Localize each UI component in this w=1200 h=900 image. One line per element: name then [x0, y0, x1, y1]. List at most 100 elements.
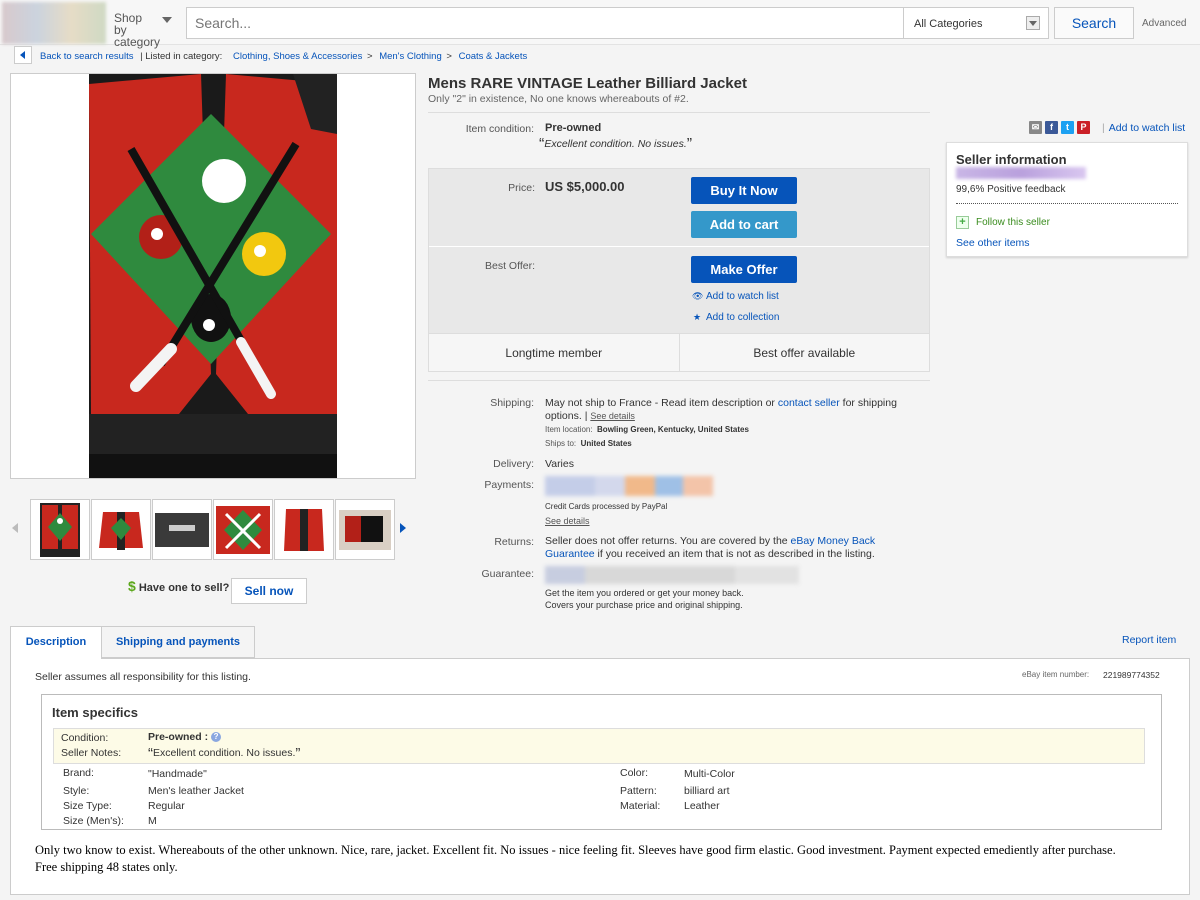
add-to-collection-link[interactable]: ★ Add to collection: [692, 312, 779, 323]
seller-name-link[interactable]: [956, 167, 1086, 179]
money-back-link[interactable]: eBay Money Back: [791, 535, 876, 547]
breadcrumb-link-clothing[interactable]: Clothing, Shoes & Accessories: [233, 51, 362, 62]
buy-box: Price: US $5,000.00 Buy It Now Add to ca…: [428, 168, 930, 372]
ebay-logo[interactable]: [2, 2, 106, 44]
shipping-text-1: May not ship to France - Read item descr…: [545, 397, 778, 409]
description-panel: Seller assumes all responsibility for th…: [10, 658, 1190, 895]
thumbs-next-arrow-icon[interactable]: [400, 523, 406, 533]
shop-by-category-button[interactable]: Shop by category: [114, 12, 172, 48]
chevron-right-icon: [400, 523, 406, 533]
sell-label: Have one to sell?: [138, 582, 230, 594]
guarantee-link[interactable]: Guarantee: [545, 548, 595, 560]
back-to-results-link[interactable]: Back to search results: [40, 51, 133, 62]
delivery-value: Varies: [545, 458, 574, 470]
plus-icon[interactable]: +: [956, 216, 969, 229]
thumbnail-5[interactable]: [274, 499, 334, 560]
follow-seller-link[interactable]: Follow this seller: [976, 217, 1050, 228]
report-item-link[interactable]: Report item: [1122, 634, 1176, 646]
make-offer-button[interactable]: Make Offer: [691, 256, 797, 283]
guarantee-logo-mark: [545, 566, 585, 584]
twitter-icon[interactable]: t: [1061, 121, 1074, 134]
advanced-search-link[interactable]: Advanced: [1142, 18, 1186, 29]
dollar-icon: $: [128, 578, 136, 594]
thumbnail-1[interactable]: [30, 499, 90, 560]
spec-size-type-value: Regular: [148, 800, 185, 812]
tab-description[interactable]: Description: [10, 626, 102, 659]
longtime-member-badge: Longtime member: [505, 346, 603, 360]
add-to-cart-button[interactable]: Add to cart: [691, 211, 797, 238]
returns-text: Seller does not offer returns. You are c…: [545, 535, 915, 560]
item-number-label: eBay item number:: [1022, 670, 1090, 679]
star-icon: ★: [692, 312, 702, 322]
condition-notes-text: Excellent condition. No issues.: [544, 138, 687, 150]
thumbnail-2[interactable]: [91, 499, 151, 560]
pinterest-icon[interactable]: P: [1077, 121, 1090, 134]
add-to-collection-label: Add to collection: [706, 312, 780, 323]
thumbnail-image: [97, 503, 145, 556]
breadcrumb: Back to search results | Listed in categ…: [40, 51, 527, 62]
thumbnail-image: [339, 509, 391, 550]
payments-label: Payments:: [484, 479, 534, 491]
payments-see-details: See details: [545, 515, 590, 528]
sell-prompt: $ Have one to sell? Sell now: [128, 578, 307, 604]
seller-info-title: Seller information: [956, 152, 1067, 167]
add-to-watch-list-link[interactable]: 👁 Add to watch list: [692, 291, 779, 302]
thumbnail-image: [216, 505, 270, 554]
item-condition-label: Item condition:: [465, 123, 534, 135]
divider: [956, 203, 1178, 204]
spec-size-label: Size (Men's):: [63, 815, 124, 827]
tab-shipping-payments[interactable]: Shipping and payments: [102, 626, 255, 658]
facebook-icon[interactable]: f: [1045, 121, 1058, 134]
seller-info-box: Seller information 99,6% Positive feedba…: [946, 142, 1188, 257]
search-input[interactable]: [187, 8, 903, 38]
divider: [428, 380, 930, 381]
back-arrow-icon[interactable]: [14, 46, 32, 64]
email-icon[interactable]: ✉: [1029, 121, 1042, 134]
thumbnail-6[interactable]: [335, 499, 395, 560]
contact-seller-link[interactable]: contact seller: [778, 397, 840, 409]
spec-size-value: M: [148, 815, 157, 827]
price-label: Price:: [508, 182, 535, 194]
best-offer-row: Best Offer: Make Offer 👁 Add to watch lis…: [429, 248, 929, 333]
add-to-watch-list-top-link[interactable]: | Add to watch list: [1102, 122, 1185, 134]
ships-to: Ships to: United States: [545, 438, 632, 451]
thumbnail-image: [40, 502, 80, 557]
chevron-down-icon: [162, 17, 172, 23]
buy-box-badges: Longtime member Best offer available: [429, 333, 929, 371]
breadcrumb-separator: >: [446, 51, 452, 62]
see-other-items-link[interactable]: See other items: [956, 237, 1030, 249]
discover-logo: [683, 476, 713, 496]
thumbs-prev-arrow-icon[interactable]: [12, 523, 18, 533]
spec-notes-value: “Excellent condition. No issues.”: [148, 745, 300, 762]
breadcrumb-separator: >: [366, 51, 373, 62]
item-specifics-title: Item specifics: [52, 705, 138, 720]
breadcrumb-link-mens-clothing[interactable]: Men's Clothing: [379, 51, 442, 62]
shipping-see-details-link[interactable]: See details: [590, 411, 635, 421]
spec-condition-text: Pre-owned :: [148, 731, 209, 743]
search-button[interactable]: Search: [1054, 7, 1134, 39]
spec-notes-text: Excellent condition. No issues.: [153, 747, 296, 759]
item-location: Item location: Bowling Green, Kentucky, …: [545, 424, 749, 437]
thumbnail-3[interactable]: [152, 499, 212, 560]
share-icons: ✉ f t P: [1029, 121, 1090, 134]
help-icon[interactable]: ?: [211, 732, 222, 742]
sell-now-button[interactable]: Sell now: [231, 578, 307, 604]
paypal-logo: [545, 476, 595, 496]
category-select[interactable]: All Categories: [904, 7, 1049, 39]
visa-logo: [595, 476, 625, 496]
spec-pattern-value: billiard art: [684, 785, 730, 797]
search-box[interactable]: [186, 7, 904, 39]
thumbnail-4[interactable]: [213, 499, 273, 560]
guarantee-line-1: Get the item you ordered or get your mon…: [545, 588, 744, 598]
breadcrumb-link-coats-jackets[interactable]: Coats & Jackets: [459, 51, 528, 62]
seller-description-text: Only two know to exist. Whereabouts of t…: [35, 843, 1116, 874]
best-offer-available-badge: Best offer available: [678, 334, 930, 371]
delivery-label: Delivery:: [493, 458, 534, 470]
main-product-image[interactable]: [10, 73, 416, 479]
mastercard-logo: [625, 476, 655, 496]
payments-see-details-link[interactable]: See details: [545, 516, 590, 526]
spec-material-label: Material:: [620, 800, 661, 812]
spec-size-type-label: Size Type:: [63, 800, 112, 812]
buy-it-now-button[interactable]: Buy It Now: [691, 177, 797, 204]
category-select-value: All Categories: [914, 18, 983, 30]
